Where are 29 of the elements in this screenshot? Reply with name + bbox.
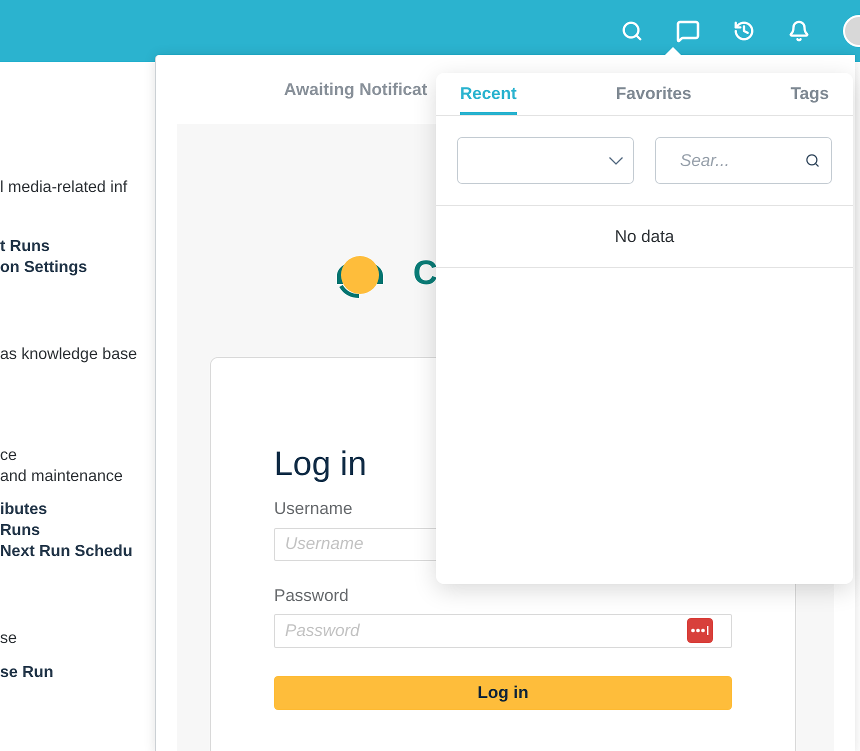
history-icon[interactable] <box>733 20 755 42</box>
menu-link[interactable]: se Run <box>0 662 54 683</box>
panel-title: Awaiting Notificat <box>284 78 428 101</box>
description-text: ce <box>0 446 17 466</box>
login-heading: Log in <box>274 444 368 485</box>
password-field[interactable]: Password <box>274 614 732 648</box>
logo-text: C <box>413 253 438 294</box>
description-text: and maintenance <box>0 467 123 487</box>
chat-icon[interactable] <box>676 19 700 43</box>
menu-link[interactable]: t Runs <box>0 236 50 257</box>
username-label: Username <box>274 498 354 520</box>
bell-icon[interactable] <box>788 20 810 42</box>
chevron-down-icon <box>609 156 623 164</box>
popover-tab[interactable]: Favorites <box>616 73 692 115</box>
description-text: l media-related inf <box>0 178 128 198</box>
empty-state-text: No data <box>614 226 674 248</box>
menu-link[interactable]: Runs <box>0 520 40 541</box>
menu-link[interactable]: Next Run Schedu <box>0 541 132 562</box>
login-button[interactable]: Log in <box>274 676 732 710</box>
description-text: se <box>0 629 17 649</box>
search-field[interactable]: Sear... <box>655 137 832 184</box>
menu-link[interactable]: on Settings <box>0 257 88 278</box>
password-manager-icon[interactable] <box>687 618 713 643</box>
menu-link[interactable]: ibutes <box>0 499 48 520</box>
password-label: Password <box>274 584 350 606</box>
filter-dropdown[interactable] <box>457 137 634 184</box>
search-icon[interactable] <box>805 153 820 168</box>
popover-tab[interactable]: Tags <box>790 73 829 115</box>
description-text: as knowledge base <box>0 345 137 365</box>
